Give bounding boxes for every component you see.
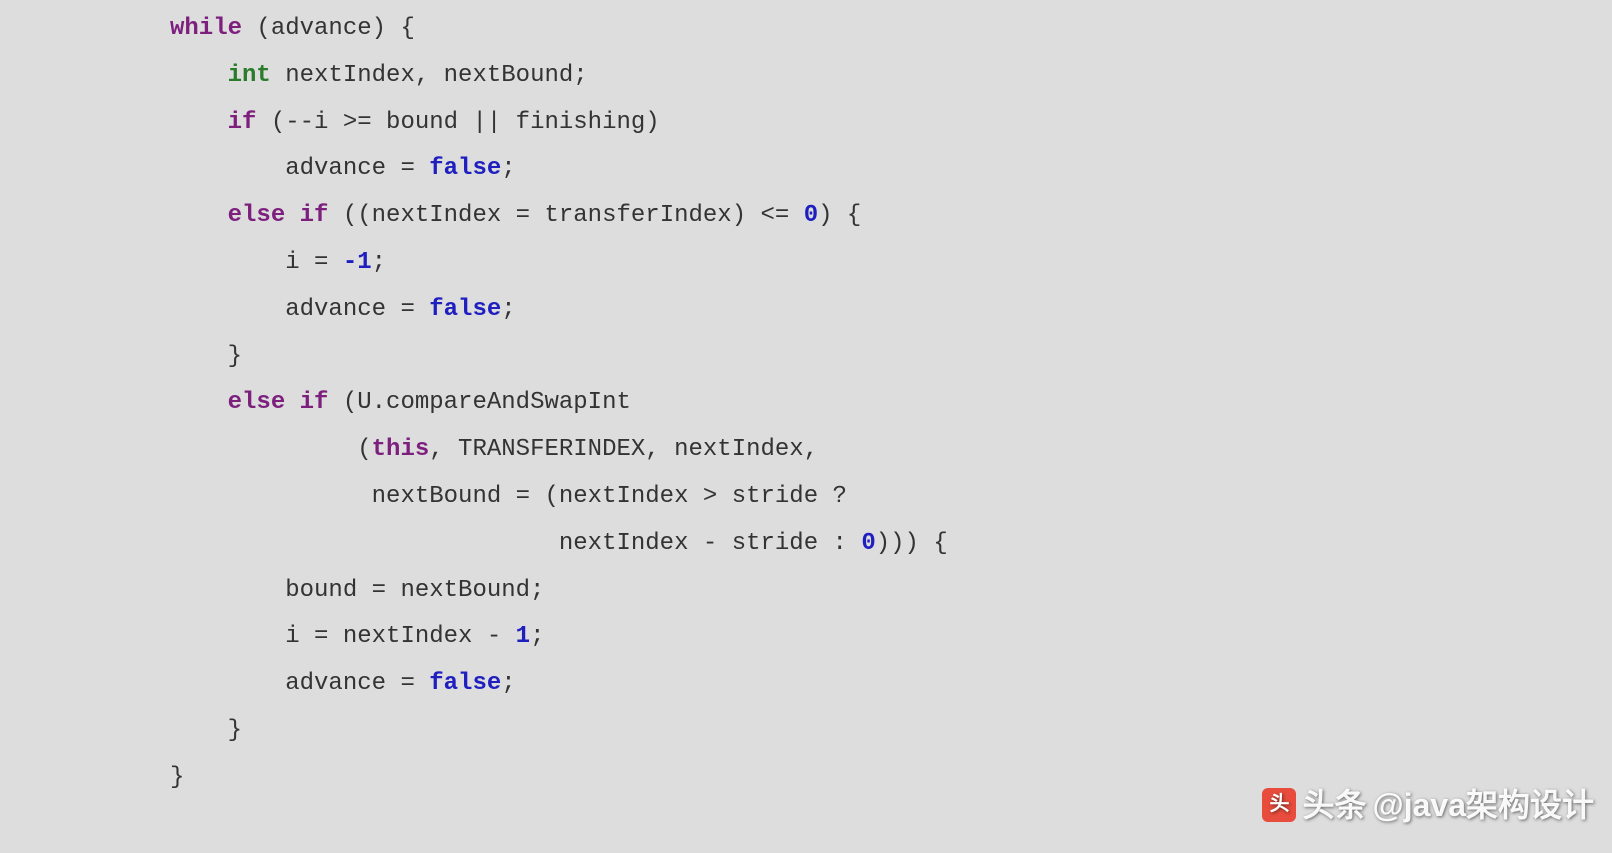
watermark: 头 头条 @java架构设计 xyxy=(1262,774,1594,836)
watermark-handle: @java架构设计 xyxy=(1373,774,1595,836)
code-block: while (advance) { int nextIndex, nextBou… xyxy=(0,0,1612,802)
watermark-prefix: 头条 xyxy=(1302,774,1366,836)
code-content: while (advance) { int nextIndex, nextBou… xyxy=(170,15,948,791)
watermark-logo-icon: 头 xyxy=(1262,788,1296,822)
